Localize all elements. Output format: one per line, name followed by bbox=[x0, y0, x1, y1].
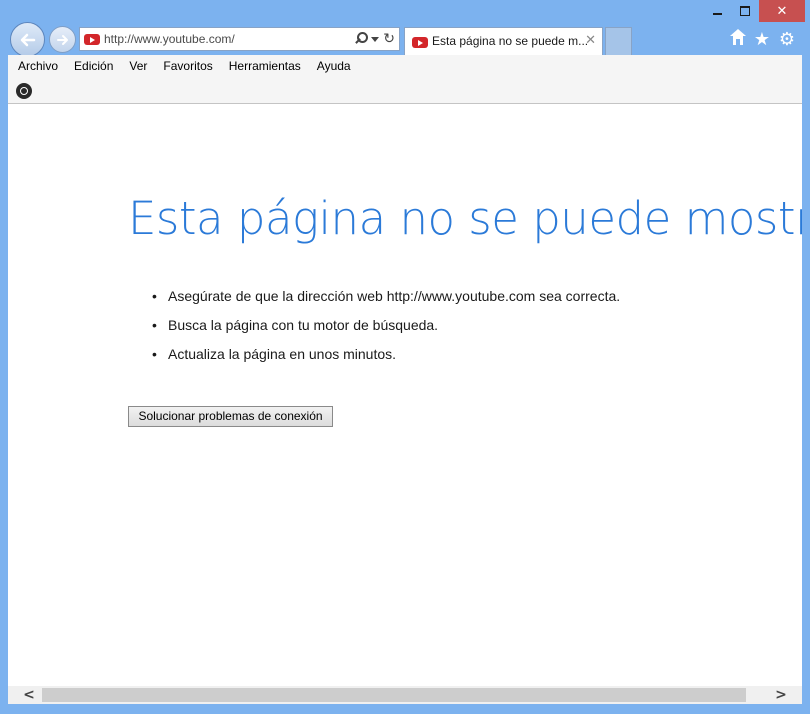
scroll-right-icon[interactable]: > bbox=[768, 686, 794, 704]
browser-window: ✕ http://www.youtube.com/ ↻ Esta página … bbox=[0, 0, 810, 714]
address-bar[interactable]: http://www.youtube.com/ ↻ bbox=[79, 27, 400, 51]
back-arrow-icon bbox=[20, 33, 35, 46]
youtube-icon bbox=[412, 37, 428, 48]
menu-bar: Archivo Edición Ver Favoritos Herramient… bbox=[18, 58, 367, 74]
tab-close-icon[interactable]: ✕ bbox=[585, 33, 596, 48]
menu-item-favoritos[interactable]: Favoritos bbox=[163, 58, 220, 74]
star-icon: ★ bbox=[753, 28, 771, 50]
list-item: Busca la página con tu motor de búsqueda… bbox=[152, 316, 620, 345]
home-button[interactable] bbox=[727, 28, 749, 50]
refresh-icon[interactable]: ↻ bbox=[383, 30, 395, 48]
address-bar-icons: ↻ bbox=[353, 30, 395, 48]
tab-active[interactable]: Esta página no se puede m... ✕ bbox=[404, 27, 603, 55]
tips-list: Asegúrate de que la dirección web http:/… bbox=[152, 287, 620, 374]
close-icon: ✕ bbox=[776, 3, 788, 19]
home-icon bbox=[730, 29, 746, 47]
youtube-icon bbox=[84, 34, 100, 45]
search-icon[interactable] bbox=[353, 32, 369, 46]
dropdown-icon[interactable] bbox=[371, 36, 380, 42]
minimize-button[interactable] bbox=[703, 0, 731, 22]
maximize-button[interactable] bbox=[731, 0, 759, 22]
command-bar-icon[interactable] bbox=[16, 83, 32, 99]
favorites-button[interactable]: ★ bbox=[751, 28, 773, 50]
address-url[interactable]: http://www.youtube.com/ bbox=[104, 32, 235, 46]
tab-title: Esta página no se puede m... bbox=[432, 34, 589, 48]
back-button[interactable] bbox=[10, 22, 45, 57]
close-window-button[interactable]: ✕ bbox=[759, 0, 805, 22]
new-tab-button[interactable] bbox=[605, 27, 632, 55]
troubleshoot-button[interactable]: Solucionar problemas de conexión bbox=[128, 406, 333, 427]
menu-item-herramientas[interactable]: Herramientas bbox=[229, 58, 309, 74]
menu-item-archivo[interactable]: Archivo bbox=[18, 58, 66, 74]
tools-button[interactable]: ⚙ bbox=[776, 28, 798, 50]
forward-button[interactable] bbox=[49, 26, 76, 53]
page-title: Esta página no se puede mostrar bbox=[128, 192, 802, 245]
menu-item-edicion[interactable]: Edición bbox=[74, 58, 121, 74]
menu-item-ver[interactable]: Ver bbox=[129, 58, 155, 74]
page-content: Esta página no se puede mostrar Asegúrat… bbox=[8, 104, 802, 686]
gear-icon: ⚙ bbox=[778, 28, 796, 50]
scrollbar-thumb[interactable] bbox=[42, 688, 746, 702]
scroll-left-icon[interactable]: < bbox=[16, 686, 42, 704]
forward-arrow-icon bbox=[56, 34, 68, 45]
horizontal-scrollbar[interactable]: < > bbox=[8, 686, 802, 704]
minimize-icon bbox=[712, 13, 722, 15]
list-item: Actualiza la página en unos minutos. bbox=[152, 345, 620, 374]
maximize-icon bbox=[740, 6, 750, 16]
menu-area: Archivo Edición Ver Favoritos Herramient… bbox=[8, 55, 802, 104]
list-item: Asegúrate de que la dirección web http:/… bbox=[152, 287, 620, 316]
menu-item-ayuda[interactable]: Ayuda bbox=[317, 58, 359, 74]
